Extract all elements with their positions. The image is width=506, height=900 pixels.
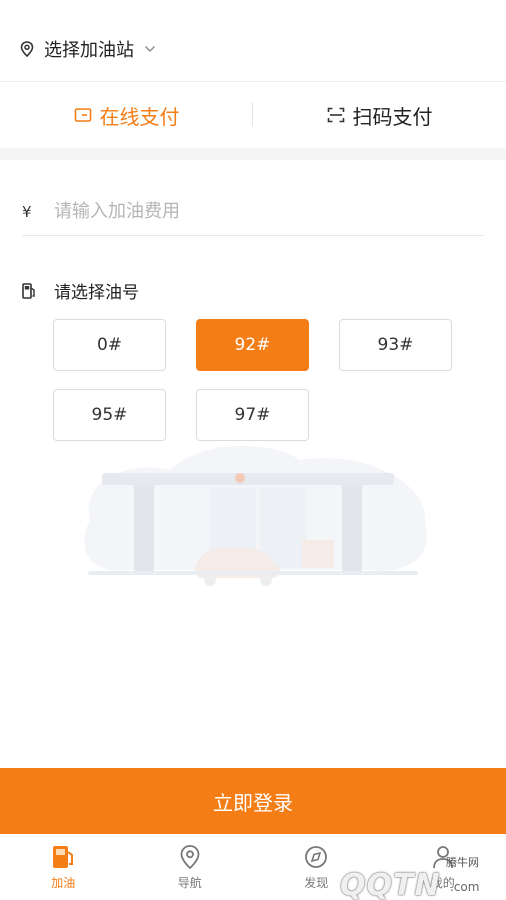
currency-symbol: ¥ bbox=[22, 202, 32, 221]
wallet-icon bbox=[74, 108, 91, 122]
nav-item-navigation[interactable]: 导航 bbox=[127, 834, 254, 900]
grade-section-title: 请选择油号 bbox=[22, 278, 139, 303]
nav-item-label: 加油 bbox=[51, 876, 76, 890]
nav-item-discover[interactable]: 发现 bbox=[253, 834, 380, 900]
user-icon bbox=[432, 846, 453, 869]
grade-option-label: 0# bbox=[96, 335, 123, 355]
chevron-down-icon bbox=[145, 46, 155, 52]
location-pin-icon bbox=[20, 41, 34, 57]
grade-title-label: 请选择油号 bbox=[54, 283, 139, 303]
grade-option-97[interactable]: 97# bbox=[196, 389, 309, 441]
bottom-navigation: 加油 导航 发现 我的 bbox=[0, 834, 506, 900]
top-bar: 选择加油站 bbox=[0, 0, 506, 82]
grade-option-label: 92# bbox=[234, 335, 271, 355]
location-pin-icon bbox=[180, 845, 200, 870]
payment-tabs: 在线支付 扫码支付 bbox=[0, 82, 506, 148]
scan-icon bbox=[327, 107, 344, 123]
station-selector[interactable]: 选择加油站 bbox=[20, 36, 156, 62]
login-button-label: 立即登录 bbox=[213, 790, 293, 815]
gas-station-illustration bbox=[84, 446, 427, 586]
grade-option-93[interactable]: 93# bbox=[339, 319, 452, 371]
tab-divider bbox=[252, 102, 253, 126]
grade-option-label: 97# bbox=[234, 405, 271, 425]
nav-item-label: 导航 bbox=[177, 876, 202, 890]
nav-item-mine[interactable]: 我的 bbox=[380, 834, 506, 900]
fuel-pump-icon bbox=[22, 282, 35, 299]
nav-item-label: 我的 bbox=[430, 876, 455, 890]
nav-item-refuel[interactable]: 加油 bbox=[0, 834, 127, 900]
grade-option-label: 95# bbox=[91, 405, 128, 425]
grade-option-92[interactable]: 92# bbox=[196, 319, 309, 371]
grade-option-0[interactable]: 0# bbox=[53, 319, 166, 371]
fee-input[interactable] bbox=[54, 201, 454, 222]
fee-input-row: ¥ bbox=[22, 188, 484, 236]
tab-scan-payment[interactable]: 扫码支付 bbox=[253, 82, 506, 148]
nav-item-label: 发现 bbox=[304, 876, 329, 890]
station-selector-label: 选择加油站 bbox=[44, 40, 134, 61]
fuel-pump-icon bbox=[53, 846, 74, 868]
tab-online-payment-label: 在线支付 bbox=[99, 104, 180, 129]
login-button[interactable]: 立即登录 bbox=[0, 768, 506, 834]
discover-icon bbox=[305, 846, 328, 868]
grade-option-label: 93# bbox=[377, 335, 414, 355]
tab-online-payment[interactable]: 在线支付 bbox=[0, 82, 253, 148]
section-separator bbox=[0, 148, 506, 160]
grade-option-95[interactable]: 95# bbox=[53, 389, 166, 441]
tab-scan-payment-label: 扫码支付 bbox=[352, 104, 433, 129]
